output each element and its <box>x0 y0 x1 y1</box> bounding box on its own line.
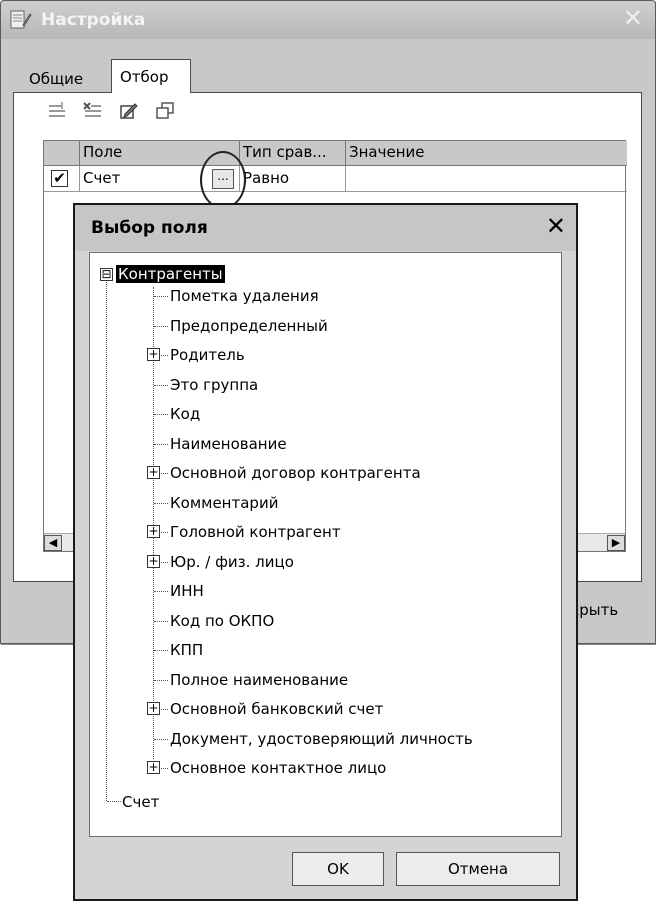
tree-item[interactable]: Родитель <box>170 343 245 367</box>
row-value-cell[interactable] <box>346 166 627 191</box>
tree-item[interactable]: Код по ОКПО <box>170 609 274 633</box>
tree-item[interactable]: Пометка удаления <box>170 284 319 308</box>
tree-item[interactable]: Полное наименование <box>170 668 348 692</box>
tree-line <box>154 326 168 327</box>
expand-icon[interactable]: + <box>147 525 160 538</box>
expand-icon[interactable]: + <box>147 555 160 568</box>
tab-filter[interactable]: Отбор <box>111 59 191 93</box>
tree-line <box>154 444 168 445</box>
edit-icon[interactable] <box>118 100 140 122</box>
tree-item[interactable]: Основной банковский счет <box>170 697 383 721</box>
tree-item[interactable]: Юр. / физ. лицо <box>170 550 294 574</box>
filter-toolbar <box>46 100 176 134</box>
tree-line <box>154 296 168 297</box>
tree-item[interactable]: Основной договор контрагента <box>170 461 421 485</box>
grid-header: Поле Тип срав... Значение <box>44 141 627 166</box>
row-check-cell: ✔ <box>44 166 80 191</box>
cancel-button[interactable]: Отмена <box>396 852 560 886</box>
expand-icon[interactable]: + <box>147 702 160 715</box>
collapse-icon[interactable]: ⊟ <box>100 268 113 281</box>
expand-icon[interactable]: + <box>147 348 160 361</box>
grid-header-comparison[interactable]: Тип срав... <box>240 141 346 166</box>
tree-line <box>154 591 168 592</box>
tree-line <box>154 680 168 681</box>
settings-window-icon <box>10 10 32 34</box>
tree-line <box>107 801 121 802</box>
settings-titlebar[interactable]: Настройка ✕ <box>1 1 655 39</box>
close-icon[interactable]: ✕ <box>546 214 566 238</box>
tree-line <box>154 650 168 651</box>
tree-item[interactable]: Код <box>170 402 200 426</box>
field-tree: ⊟ Контрагенты Пометка удаления Предопреде… <box>89 252 562 837</box>
tree-root-label: Контрагенты <box>116 265 225 283</box>
scroll-right-icon[interactable]: ▶ <box>607 535 625 551</box>
dialog-title: Выбор поля <box>91 218 208 238</box>
expand-icon[interactable]: + <box>147 466 160 479</box>
tree-item[interactable]: Это группа <box>170 373 258 397</box>
dialog-titlebar[interactable]: Выбор поля ✕ <box>75 205 576 251</box>
tree-root-node[interactable]: Контрагенты <box>116 262 225 286</box>
highlight-circle <box>200 151 246 209</box>
grid-header-check <box>44 141 80 166</box>
field-select-dialog: Выбор поля ✕ ⊟ Контрагенты Пометка удале… <box>73 203 578 901</box>
tree-root2-node[interactable]: Счет <box>122 790 159 814</box>
tree-item[interactable]: Документ, удостоверяющий личность <box>170 727 473 751</box>
tree-item[interactable]: Предопределенный <box>170 314 328 338</box>
scroll-left-icon[interactable]: ◀ <box>44 535 62 551</box>
tree-line <box>154 621 168 622</box>
tree-item[interactable]: Комментарий <box>170 491 278 515</box>
settings-window-title: Настройка <box>41 10 146 30</box>
ok-button[interactable]: OK <box>292 852 384 886</box>
add-row-icon[interactable] <box>46 100 68 122</box>
tree-line <box>154 414 168 415</box>
grid-header-value[interactable]: Значение <box>346 141 627 166</box>
row-comparison-cell[interactable]: Равно <box>240 166 346 191</box>
tab-general[interactable]: Общие <box>21 65 111 95</box>
row-checkbox[interactable]: ✔ <box>51 170 68 187</box>
tree-item[interactable]: Наименование <box>170 432 287 456</box>
tree-item[interactable]: Основное контактное лицо <box>170 756 386 780</box>
delete-row-icon[interactable] <box>82 100 104 122</box>
copy-icon[interactable] <box>154 100 176 122</box>
table-row[interactable]: ✔ Счет Равно ... <box>44 166 627 192</box>
tree-line <box>106 275 107 801</box>
tree-line <box>154 503 168 504</box>
tree-item[interactable]: Головной контрагент <box>170 520 341 544</box>
tree-item[interactable]: КПП <box>170 638 203 662</box>
tree-item[interactable]: ИНН <box>170 579 204 603</box>
tree-line <box>154 739 168 740</box>
close-icon[interactable]: ✕ <box>623 6 643 30</box>
expand-icon[interactable]: + <box>147 761 160 774</box>
tree-line <box>154 385 168 386</box>
